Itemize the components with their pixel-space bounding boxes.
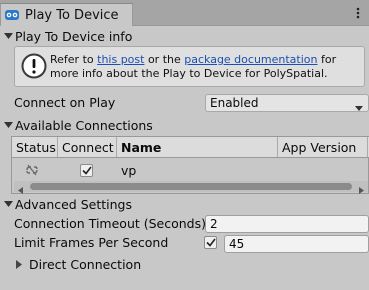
connection-timeout-input[interactable]: 2 xyxy=(205,215,369,233)
column-header-app-version[interactable]: App Version xyxy=(278,137,368,157)
column-header-status[interactable]: Status xyxy=(12,137,58,157)
foldout-available-connections[interactable]: Available Connections xyxy=(3,116,153,134)
connect-on-play-dropdown[interactable]: Enabled xyxy=(205,94,369,112)
chevron-down-icon xyxy=(355,101,363,115)
limit-fps-checkbox[interactable] xyxy=(204,236,217,249)
fps-input[interactable]: 45 xyxy=(224,235,369,253)
foldout-direct-connection[interactable]: Direct Connection xyxy=(14,255,141,273)
exclamation-circle-icon xyxy=(21,53,47,79)
connections-table: Status Connect Name App Version vp xyxy=(11,136,369,194)
dropdown-value: Enabled xyxy=(210,96,259,110)
foldout-advanced-settings[interactable]: Advanced Settings xyxy=(3,195,132,213)
tab-bar: Play To Device xyxy=(0,0,369,26)
foldout-title: Direct Connection xyxy=(29,256,142,272)
unity-vr-headset-icon xyxy=(4,8,20,22)
foldout-play-to-device-info[interactable]: Play To Device info xyxy=(3,27,132,45)
foldout-title: Advanced Settings xyxy=(15,196,132,212)
checkmark-icon xyxy=(204,236,217,249)
package-documentation-link[interactable]: package documentation xyxy=(184,53,317,66)
table-header: Status Connect Name App Version xyxy=(12,137,369,158)
help-text-part: Refer to xyxy=(50,53,98,66)
kebab-menu-icon[interactable] xyxy=(355,6,361,20)
limit-fps-label: Limit Frames Per Second xyxy=(14,235,169,250)
scrollbar-thumb[interactable] xyxy=(30,183,352,190)
help-box: Refer to this post or the package docume… xyxy=(14,46,365,87)
connection-timeout-label: Connection Timeout (Seconds) xyxy=(14,216,207,231)
checkmark-icon xyxy=(80,163,93,177)
tab-play-to-device[interactable]: Play To Device xyxy=(0,3,133,26)
chevron-down-icon xyxy=(3,31,13,41)
foldout-title: Available Connections xyxy=(15,117,153,133)
disconnected-link-icon xyxy=(25,160,45,180)
column-header-connect[interactable]: Connect xyxy=(58,137,117,157)
help-text-part: or the xyxy=(144,53,185,66)
tab-title: Play To Device xyxy=(25,7,119,23)
horizontal-scrollbar[interactable] xyxy=(14,181,368,194)
connect-on-play-label: Connect on Play xyxy=(14,95,116,110)
connection-name: vp xyxy=(121,162,137,178)
help-text: Refer to this post or the package docume… xyxy=(50,53,362,81)
chevron-down-icon xyxy=(3,120,13,130)
scroll-right-icon[interactable] xyxy=(359,183,364,197)
connect-checkbox[interactable] xyxy=(80,160,96,180)
chevron-down-icon xyxy=(3,199,13,209)
foldout-title: Play To Device info xyxy=(15,28,133,44)
this-post-link[interactable]: this post xyxy=(97,53,144,66)
chevron-right-icon xyxy=(14,259,24,269)
column-header-name[interactable]: Name xyxy=(117,137,278,157)
